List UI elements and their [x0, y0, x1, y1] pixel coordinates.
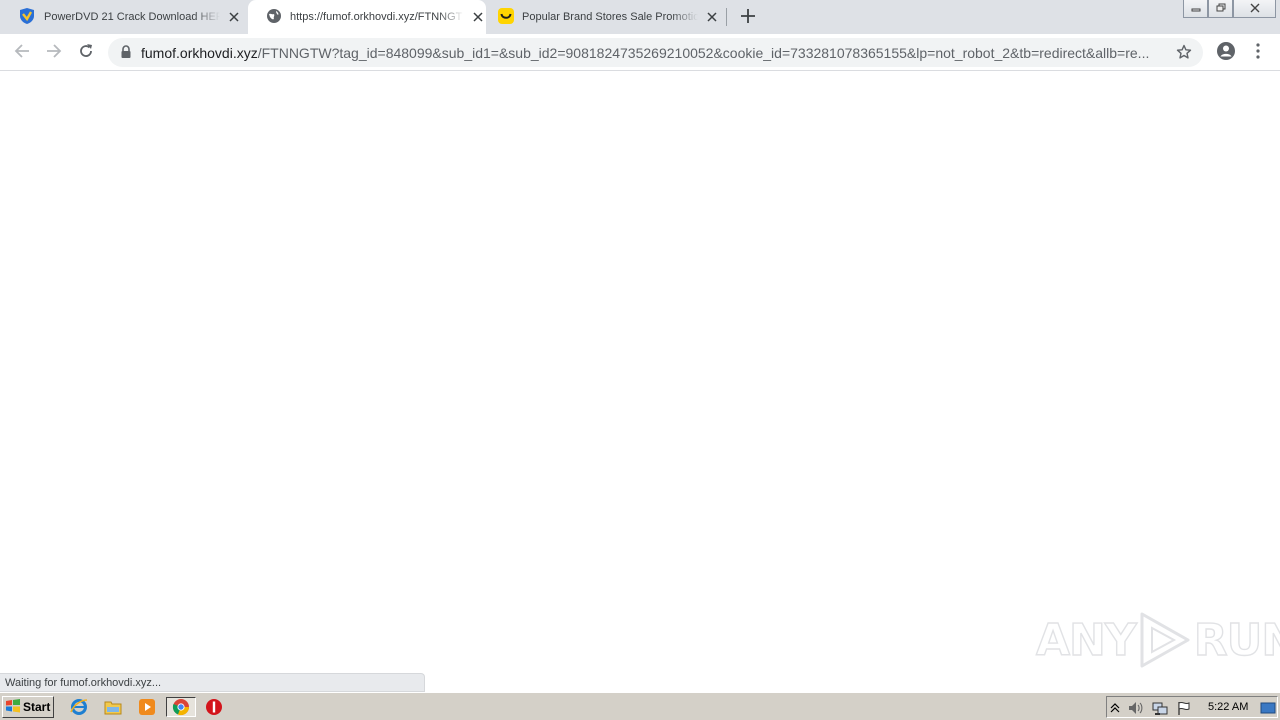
reload-icon	[78, 43, 94, 62]
start-label: Start	[23, 700, 51, 714]
globe-icon	[266, 8, 282, 27]
network-icon[interactable]	[1152, 700, 1168, 716]
system-tray: 5:22 AM	[1106, 696, 1278, 718]
profile-button[interactable]	[1214, 40, 1238, 64]
address-bar[interactable]: fumof.orkhovdi.xyz/FTNNGTW?tag_id=848099…	[108, 38, 1203, 67]
tab-powerdvd[interactable]: PowerDVD 21 Crack Download HERE	[0, 0, 246, 34]
clock[interactable]: 5:22 AM	[1208, 701, 1248, 713]
url-text[interactable]: fumof.orkhovdi.xyz/FTNNGTW?tag_id=848099…	[141, 45, 1166, 61]
smiley-logo-icon	[498, 7, 514, 27]
watermark-text-left: ANY	[1035, 614, 1137, 666]
back-button[interactable]	[10, 40, 34, 64]
windows-logo-icon	[5, 698, 21, 716]
volume-icon[interactable]	[1128, 700, 1144, 716]
tab-divider	[726, 8, 727, 26]
tab-fumof[interactable]: https://fumof.orkhovdi.xyz/FTNNGT	[248, 0, 486, 34]
minimize-button[interactable]	[1183, 0, 1208, 18]
browser-toolbar: fumof.orkhovdi.xyz/FTNNGTW?tag_id=848099…	[0, 34, 1280, 71]
restore-button[interactable]	[1208, 0, 1233, 18]
url-host: fumof.orkhovdi.xyz	[141, 45, 258, 61]
plus-icon	[741, 8, 755, 26]
menu-button[interactable]	[1246, 40, 1270, 64]
tab-brand-stores[interactable]: Popular Brand Stores Sale Promotion	[488, 0, 724, 34]
account-avatar-icon	[1216, 41, 1236, 64]
reload-button[interactable]	[74, 40, 98, 64]
close-icon	[1250, 2, 1260, 16]
show-hidden-icon[interactable]	[1107, 700, 1123, 716]
page-viewport	[0, 72, 1280, 692]
new-tab-button[interactable]	[738, 7, 758, 27]
status-bubble: Waiting for fumof.orkhovdi.xyz...	[0, 673, 425, 692]
tab-strip: PowerDVD 21 Crack Download HERE https://…	[0, 0, 1280, 34]
minimize-icon	[1191, 2, 1201, 16]
forward-button[interactable]	[42, 40, 66, 64]
action-center-flag-icon[interactable]	[1176, 700, 1192, 716]
internet-explorer-icon[interactable]	[68, 697, 90, 717]
file-explorer-icon[interactable]	[102, 697, 124, 717]
lock-icon[interactable]	[120, 45, 132, 62]
watermark-text-right: RUN	[1193, 614, 1280, 666]
tab-title: https://fumof.orkhovdi.xyz/FTNNGT	[290, 11, 463, 23]
tab-title: Popular Brand Stores Sale Promotion	[522, 11, 698, 23]
anyrun-watermark: ANY RUN	[1035, 610, 1280, 670]
back-arrow-icon	[14, 43, 30, 62]
url-path: /FTNNGTW?tag_id=848099&sub_id1=&sub_id2=…	[257, 45, 1150, 61]
close-icon[interactable]	[226, 9, 242, 25]
shield-logo-icon	[18, 7, 36, 28]
chrome-icon[interactable]	[166, 697, 196, 717]
tab-title: PowerDVD 21 Crack Download HERE	[44, 11, 220, 23]
restore-icon	[1216, 2, 1226, 16]
media-player-icon[interactable]	[136, 697, 158, 717]
close-icon[interactable]	[704, 9, 720, 25]
kebab-menu-icon	[1256, 42, 1260, 62]
close-icon[interactable]	[470, 9, 486, 25]
forward-arrow-icon	[46, 43, 62, 62]
stop-sign-icon[interactable]	[203, 697, 225, 717]
bookmark-star-icon[interactable]	[1176, 44, 1192, 63]
play-triangle-icon	[1140, 612, 1190, 668]
show-desktop-icon[interactable]	[1260, 700, 1276, 716]
taskbar: Start 5:22 AM	[0, 692, 1280, 720]
close-window-button[interactable]	[1233, 0, 1276, 18]
start-button[interactable]: Start	[2, 696, 54, 718]
